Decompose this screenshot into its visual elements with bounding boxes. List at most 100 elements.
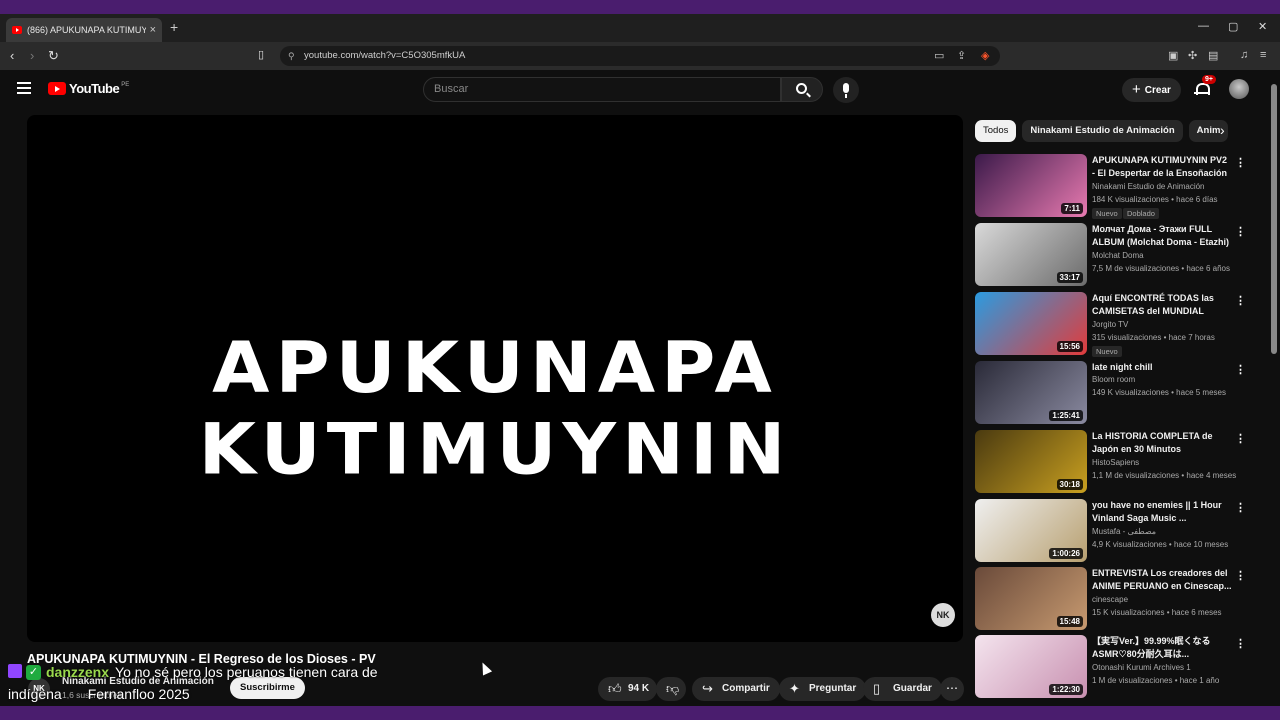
recommendation-title[interactable]: 【実写Ver.】99.99%眠くなるASMR♡80分耐久耳は... — [1092, 635, 1232, 661]
new-tab-button[interactable]: + — [170, 19, 178, 35]
video-thumbnail[interactable]: 33:17 — [975, 223, 1087, 286]
recommendation-channel[interactable]: Bloom room — [1092, 375, 1135, 384]
youtube-logo[interactable]: YouTube PE — [48, 81, 129, 96]
duration-badge: 30:18 — [1056, 479, 1083, 490]
ask-button[interactable]: ✦ Preguntar — [779, 677, 867, 701]
cast-icon[interactable]: ▭ — [934, 49, 944, 62]
recommendation-item[interactable]: 15:56 Aquí ENCONTRÉ TODAS las CAMISETAS d… — [975, 292, 1246, 357]
site-info-icon[interactable]: ⚲ — [288, 46, 295, 66]
recommendation-channel[interactable]: HistoSapiens — [1092, 458, 1139, 467]
chat-message-text-2: indígena — [8, 686, 62, 702]
recommendation-item[interactable]: 33:17 Молчат Дома - Этажи FULL ALBUM (Mol… — [975, 223, 1246, 287]
more-options-icon[interactable]: ⋮ — [1235, 363, 1246, 376]
video-thumbnail[interactable]: 1:00:26 — [975, 499, 1087, 562]
recommendation-channel[interactable]: Ninakami Estudio de Animación — [1092, 182, 1205, 191]
more-options-icon[interactable]: ⋮ — [1235, 294, 1246, 307]
notification-badge: 9+ — [1202, 75, 1216, 84]
more-options-icon[interactable]: ⋮ — [1235, 569, 1246, 582]
duration-badge: 15:56 — [1056, 341, 1083, 352]
video-thumbnail[interactable]: 1:22:30 — [975, 635, 1087, 698]
hamburger-menu-icon[interactable] — [17, 82, 31, 94]
recommendation-item[interactable]: 1:00:26 you have no enemies || 1 Hour Vin… — [975, 499, 1246, 563]
recommendation-item[interactable]: 7:11 APUKUNAPA KUTIMUYNIN PV2 - El Desper… — [975, 154, 1246, 219]
video-thumbnail[interactable]: 7:11 — [975, 154, 1087, 217]
maximize-button[interactable]: ▢ — [1228, 20, 1238, 33]
more-options-icon[interactable]: ⋮ — [1235, 501, 1246, 514]
close-window-button[interactable]: ✕ — [1258, 20, 1267, 33]
recommendation-title[interactable]: you have no enemies || 1 Hour Vinland Sa… — [1092, 499, 1232, 525]
video-thumbnail[interactable]: 1:25:41 — [975, 361, 1087, 424]
share-button[interactable]: ↪ Compartir — [692, 677, 780, 701]
ask-label: Preguntar — [809, 683, 857, 694]
extension-icon[interactable]: ▣ — [1168, 49, 1178, 62]
notifications-bell-icon[interactable] — [1194, 82, 1210, 96]
recommendation-title[interactable]: ENTREVISTA Los creadores del ANIME PERUA… — [1092, 567, 1232, 593]
recommendation-title[interactable]: La HISTORIA COMPLETA de Japón en 30 Minu… — [1092, 430, 1232, 456]
save-label: Guardar — [893, 683, 932, 694]
url-field[interactable]: ⚲ youtube.com/watch?v=C5O305mfkUA — [280, 46, 1000, 66]
media-icon[interactable]: ♫ — [1240, 49, 1248, 61]
subscribe-button[interactable]: Suscribirme — [230, 677, 305, 699]
recommendation-title[interactable]: APUKUNAPA KUTIMUYNIN PV2 - El Despertar … — [1092, 154, 1232, 180]
tab-close-icon[interactable]: × — [150, 24, 156, 36]
recommendation-title[interactable]: Aquí ENCONTRÉ TODAS las CAMISETAS del MU… — [1092, 292, 1232, 319]
country-code: PE — [121, 81, 130, 88]
search-button[interactable] — [781, 77, 823, 102]
save-button[interactable]: ▯ Guardar — [863, 677, 942, 701]
more-options-icon[interactable]: ⋮ — [1235, 225, 1246, 238]
like-button[interactable]: 👍︎ 94 K — [598, 677, 658, 701]
menu-icon[interactable]: ≡ — [1260, 49, 1266, 61]
minimize-button[interactable]: — — [1198, 20, 1209, 32]
video-thumbnail[interactable]: 15:48 — [975, 567, 1087, 630]
recommendation-item[interactable]: 15:48 ENTREVISTA Los creadores del ANIME … — [975, 567, 1246, 631]
reload-icon[interactable]: ↻ — [48, 48, 59, 64]
dislike-button[interactable]: 👎︎ — [656, 677, 686, 701]
more-options-icon[interactable]: ⋮ — [1235, 432, 1246, 445]
video-frame-title: APUKUNAPA KUTIMUYNIN — [198, 327, 792, 491]
forward-arrow-icon[interactable]: › — [30, 48, 34, 63]
video-thumbnail[interactable]: 15:56 — [975, 292, 1087, 355]
create-label: Crear — [1144, 85, 1171, 96]
new-badge: Nuevo — [1092, 346, 1122, 357]
recommendation-channel[interactable]: Jorgito TV — [1092, 320, 1128, 329]
recommendation-item[interactable]: 1:25:41 late night chill Bloom room 149 K v… — [975, 361, 1246, 425]
video-thumbnail[interactable]: 30:18 — [975, 430, 1087, 493]
recommendation-item[interactable]: 1:22:30 【実写Ver.】99.99%眠くなるASMR♡80分耐久耳は...… — [975, 635, 1246, 699]
more-options-icon[interactable]: ⋮ — [1235, 156, 1246, 169]
chip-channel[interactable]: Ninakami Estudio de Animación — [1022, 120, 1183, 142]
chevron-right-icon[interactable]: › — [1220, 122, 1225, 138]
plus-icon: + — [1132, 81, 1141, 98]
recommendation-channel[interactable]: Otonashi Kurumi Archives 1 — [1092, 663, 1191, 672]
duration-badge: 1:25:41 — [1049, 410, 1083, 421]
puzzle-icon[interactable]: ✣ — [1188, 49, 1197, 62]
video-player[interactable]: APUKUNAPA KUTIMUYNIN NK — [27, 115, 963, 642]
create-button[interactable]: + Crear — [1122, 78, 1181, 102]
sidebar-icon[interactable]: ▤ — [1208, 49, 1218, 62]
search-input[interactable]: Buscar — [423, 77, 781, 102]
more-actions-button[interactable]: ⋯ — [940, 677, 964, 701]
browser-tab[interactable]: (866) APUKUNAPA KUTIMUYNI × — [6, 18, 162, 42]
share-page-icon[interactable]: ⇪ — [957, 49, 966, 62]
recommendation-title[interactable]: Молчат Дома - Этажи FULL ALBUM (Molchat … — [1092, 223, 1232, 249]
duration-badge: 7:11 — [1061, 203, 1083, 214]
recommendation-item[interactable]: 30:18 La HISTORIA COMPLETA de Japón en 30… — [975, 430, 1246, 494]
more-options-icon[interactable]: ⋮ — [1235, 637, 1246, 650]
voice-search-icon[interactable] — [833, 77, 859, 103]
recommendation-channel[interactable]: cinescape — [1092, 595, 1128, 604]
brave-shield-icon[interactable]: ◈ — [981, 49, 989, 62]
chat-message-line: danzzenx Yo no sé pero los peruanos tiene… — [26, 664, 378, 680]
address-bar-row: ‹ › ↻ ▯ ⚲ youtube.com/watch?v=C5O305mfkU… — [0, 42, 1280, 70]
bookmark-icon[interactable]: ▯ — [258, 48, 264, 61]
back-arrow-icon[interactable]: ‹ — [10, 48, 14, 63]
recommendation-meta: 315 visualizaciones • hace 7 horas — [1092, 333, 1215, 342]
recommendation-channel[interactable]: Mustafa - مصطفى — [1092, 527, 1156, 536]
recommendation-channel[interactable]: Molchat Doma — [1092, 251, 1144, 260]
account-avatar[interactable] — [1229, 79, 1249, 99]
channel-watermark[interactable]: NK — [931, 603, 955, 627]
recommendation-meta: 4,9 K visualizaciones • hace 10 meses — [1092, 540, 1229, 549]
youtube-header: YouTube PE Buscar + Crear 9+ — [0, 70, 1270, 110]
scrollbar[interactable] — [1271, 84, 1277, 354]
chip-todos[interactable]: Todos — [975, 120, 1017, 142]
recommendation-title[interactable]: late night chill — [1092, 361, 1232, 374]
tab-bar: (866) APUKUNAPA KUTIMUYNI × + — ▢ ✕ — [0, 14, 1280, 42]
